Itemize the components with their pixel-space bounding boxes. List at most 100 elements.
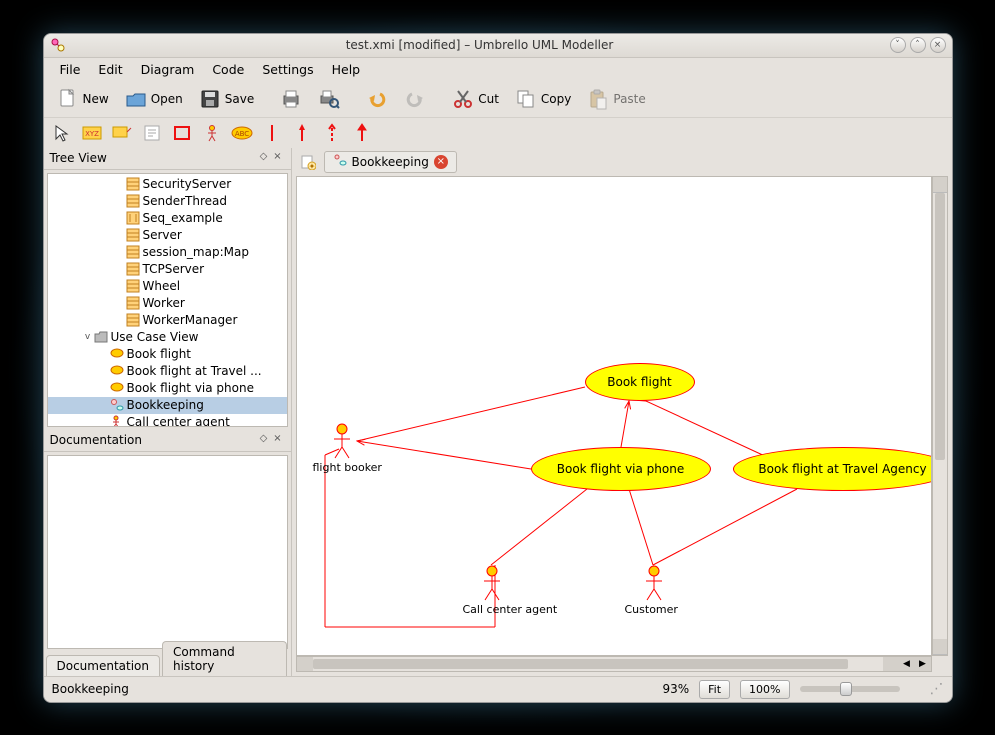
class-icon [126, 279, 140, 293]
undo-button[interactable] [359, 84, 395, 114]
tree-item[interactable]: WorkerManager [48, 312, 287, 329]
close-button[interactable]: × [930, 37, 946, 53]
tree-item-label: session_map:Map [143, 245, 249, 259]
close-tab-icon[interactable]: × [434, 155, 448, 169]
resize-grip[interactable]: ⋰ [930, 681, 944, 697]
usecase-bf[interactable]: Book flight [585, 363, 695, 401]
menu-help[interactable]: Help [324, 60, 369, 79]
cut-button[interactable]: Cut [445, 84, 506, 114]
fit-button[interactable]: Fit [699, 680, 730, 699]
tree-item[interactable]: Book flight [48, 346, 287, 363]
actor-fb[interactable] [333, 423, 351, 459]
assoc-tool[interactable] [260, 121, 284, 145]
new-diagram-button[interactable]: ✦ [296, 150, 320, 174]
tree-item[interactable]: vUse Case View [48, 329, 287, 346]
actor-label: flight booker [313, 461, 382, 474]
tab-command-history[interactable]: Command history [162, 641, 286, 676]
minimize-button[interactable]: ˅ [890, 37, 906, 53]
bottom-tabs: Documentation Command history [44, 652, 291, 676]
zoom-slider[interactable] [800, 686, 900, 692]
usecase-bp[interactable]: Book flight via phone [531, 447, 711, 491]
tree-view[interactable]: SecurityServer SenderThreadSeq_exampleSer… [47, 173, 288, 427]
diagram-tab-bookkeeping[interactable]: Bookkeeping × [324, 151, 457, 173]
print-button[interactable] [273, 84, 309, 114]
select-tool[interactable] [50, 121, 74, 145]
uniassoc-tool[interactable] [290, 121, 314, 145]
tab-documentation[interactable]: Documentation [46, 655, 161, 676]
new-button[interactable]: New [50, 84, 116, 114]
zoom-knob[interactable] [840, 682, 852, 696]
scroll-half-left[interactable]: ◀ [899, 657, 915, 671]
status-text: Bookkeeping [52, 682, 129, 696]
doc-detach[interactable]: ◇ [257, 433, 271, 447]
usecase-tool[interactable]: ABC [230, 121, 254, 145]
treeview-detach[interactable]: ◇ [257, 151, 271, 165]
tree-item[interactable]: Book flight via phone [48, 380, 287, 397]
actor-cc[interactable] [483, 565, 501, 601]
note-tool[interactable]: XYZ [80, 121, 104, 145]
treeview-close[interactable]: × [271, 151, 285, 165]
tree-item[interactable]: Server [48, 227, 287, 244]
scroll-half-right[interactable]: ▶ [915, 657, 931, 671]
class-icon [126, 194, 140, 208]
gen-tool[interactable] [350, 121, 374, 145]
horizontal-scrollbar[interactable]: ◀ ▶ [296, 656, 932, 672]
tree-item-label: Book flight at Travel ... [127, 364, 262, 378]
tree-item[interactable]: SecurityServer [48, 176, 287, 193]
tree-item-label: WorkerManager [143, 313, 238, 327]
dep-tool[interactable] [320, 121, 344, 145]
doc-close[interactable]: × [271, 433, 285, 447]
save-button[interactable]: Save [192, 84, 261, 114]
actor-tool[interactable] [200, 121, 224, 145]
tree-item[interactable]: session_map:Map [48, 244, 287, 261]
menu-code[interactable]: Code [204, 60, 252, 79]
v-thumb[interactable] [935, 193, 945, 461]
menu-diagram[interactable]: Diagram [133, 60, 203, 79]
open-button[interactable]: Open [118, 84, 190, 114]
diagram-toolbar: XYZ ABC [44, 118, 952, 148]
tree-item[interactable]: SenderThread [48, 193, 287, 210]
class-icon [126, 296, 140, 310]
diagram-canvas[interactable]: Book flight Book flight via phone Book fli… [296, 176, 932, 656]
print-icon [280, 88, 302, 110]
sidebar: Tree View ◇ × SecurityServerSenderThread… [44, 148, 292, 676]
svg-text:XYZ: XYZ [85, 130, 99, 138]
app-window: test.xmi [modified] – Umbrello UML Model… [43, 33, 953, 703]
tree-item[interactable]: Worker [48, 295, 287, 312]
undo-icon [366, 88, 388, 110]
actor-icon [110, 415, 124, 427]
menubar: File Edit Diagram Code Settings Help [44, 58, 952, 82]
menu-edit[interactable]: Edit [90, 60, 130, 79]
100pct-button[interactable]: 100% [740, 680, 789, 699]
scroll-up[interactable] [933, 177, 947, 193]
vertical-scrollbar[interactable] [932, 176, 948, 656]
tree-item-label: TCPServer [143, 262, 205, 276]
tree-item-label: Wheel [143, 279, 181, 293]
menu-settings[interactable]: Settings [254, 60, 321, 79]
tree-item[interactable]: Call center agent [48, 414, 287, 427]
scroll-left[interactable] [297, 657, 313, 671]
documentation-area[interactable] [47, 455, 288, 649]
tree-item[interactable]: Bookkeeping [48, 397, 287, 414]
anchor-tool[interactable] [110, 121, 134, 145]
maximize-button[interactable]: ˄ [910, 37, 926, 53]
print-preview-button[interactable] [311, 84, 347, 114]
label-tool[interactable] [140, 121, 164, 145]
tree-item[interactable]: Seq_example [48, 210, 287, 227]
box-tool[interactable] [170, 121, 194, 145]
tree-item[interactable]: Wheel [48, 278, 287, 295]
scroll-down[interactable] [933, 639, 947, 655]
menu-file[interactable]: File [52, 60, 89, 79]
tree-item-label: SecurityServer [143, 177, 232, 191]
tree-item[interactable]: Book flight at Travel ... [48, 363, 287, 380]
actor-cu[interactable] [645, 565, 663, 601]
tree-item[interactable]: TCPServer [48, 261, 287, 278]
scroll-right[interactable] [883, 657, 899, 671]
copy-button[interactable]: Copy [508, 84, 578, 114]
paste-button[interactable]: Paste [580, 84, 652, 114]
usecase-ba[interactable]: Book flight at Travel Agency [733, 447, 932, 491]
redo-button[interactable] [397, 84, 433, 114]
h-thumb[interactable] [313, 659, 849, 669]
class-icon [126, 262, 140, 276]
uc-icon [110, 347, 124, 361]
